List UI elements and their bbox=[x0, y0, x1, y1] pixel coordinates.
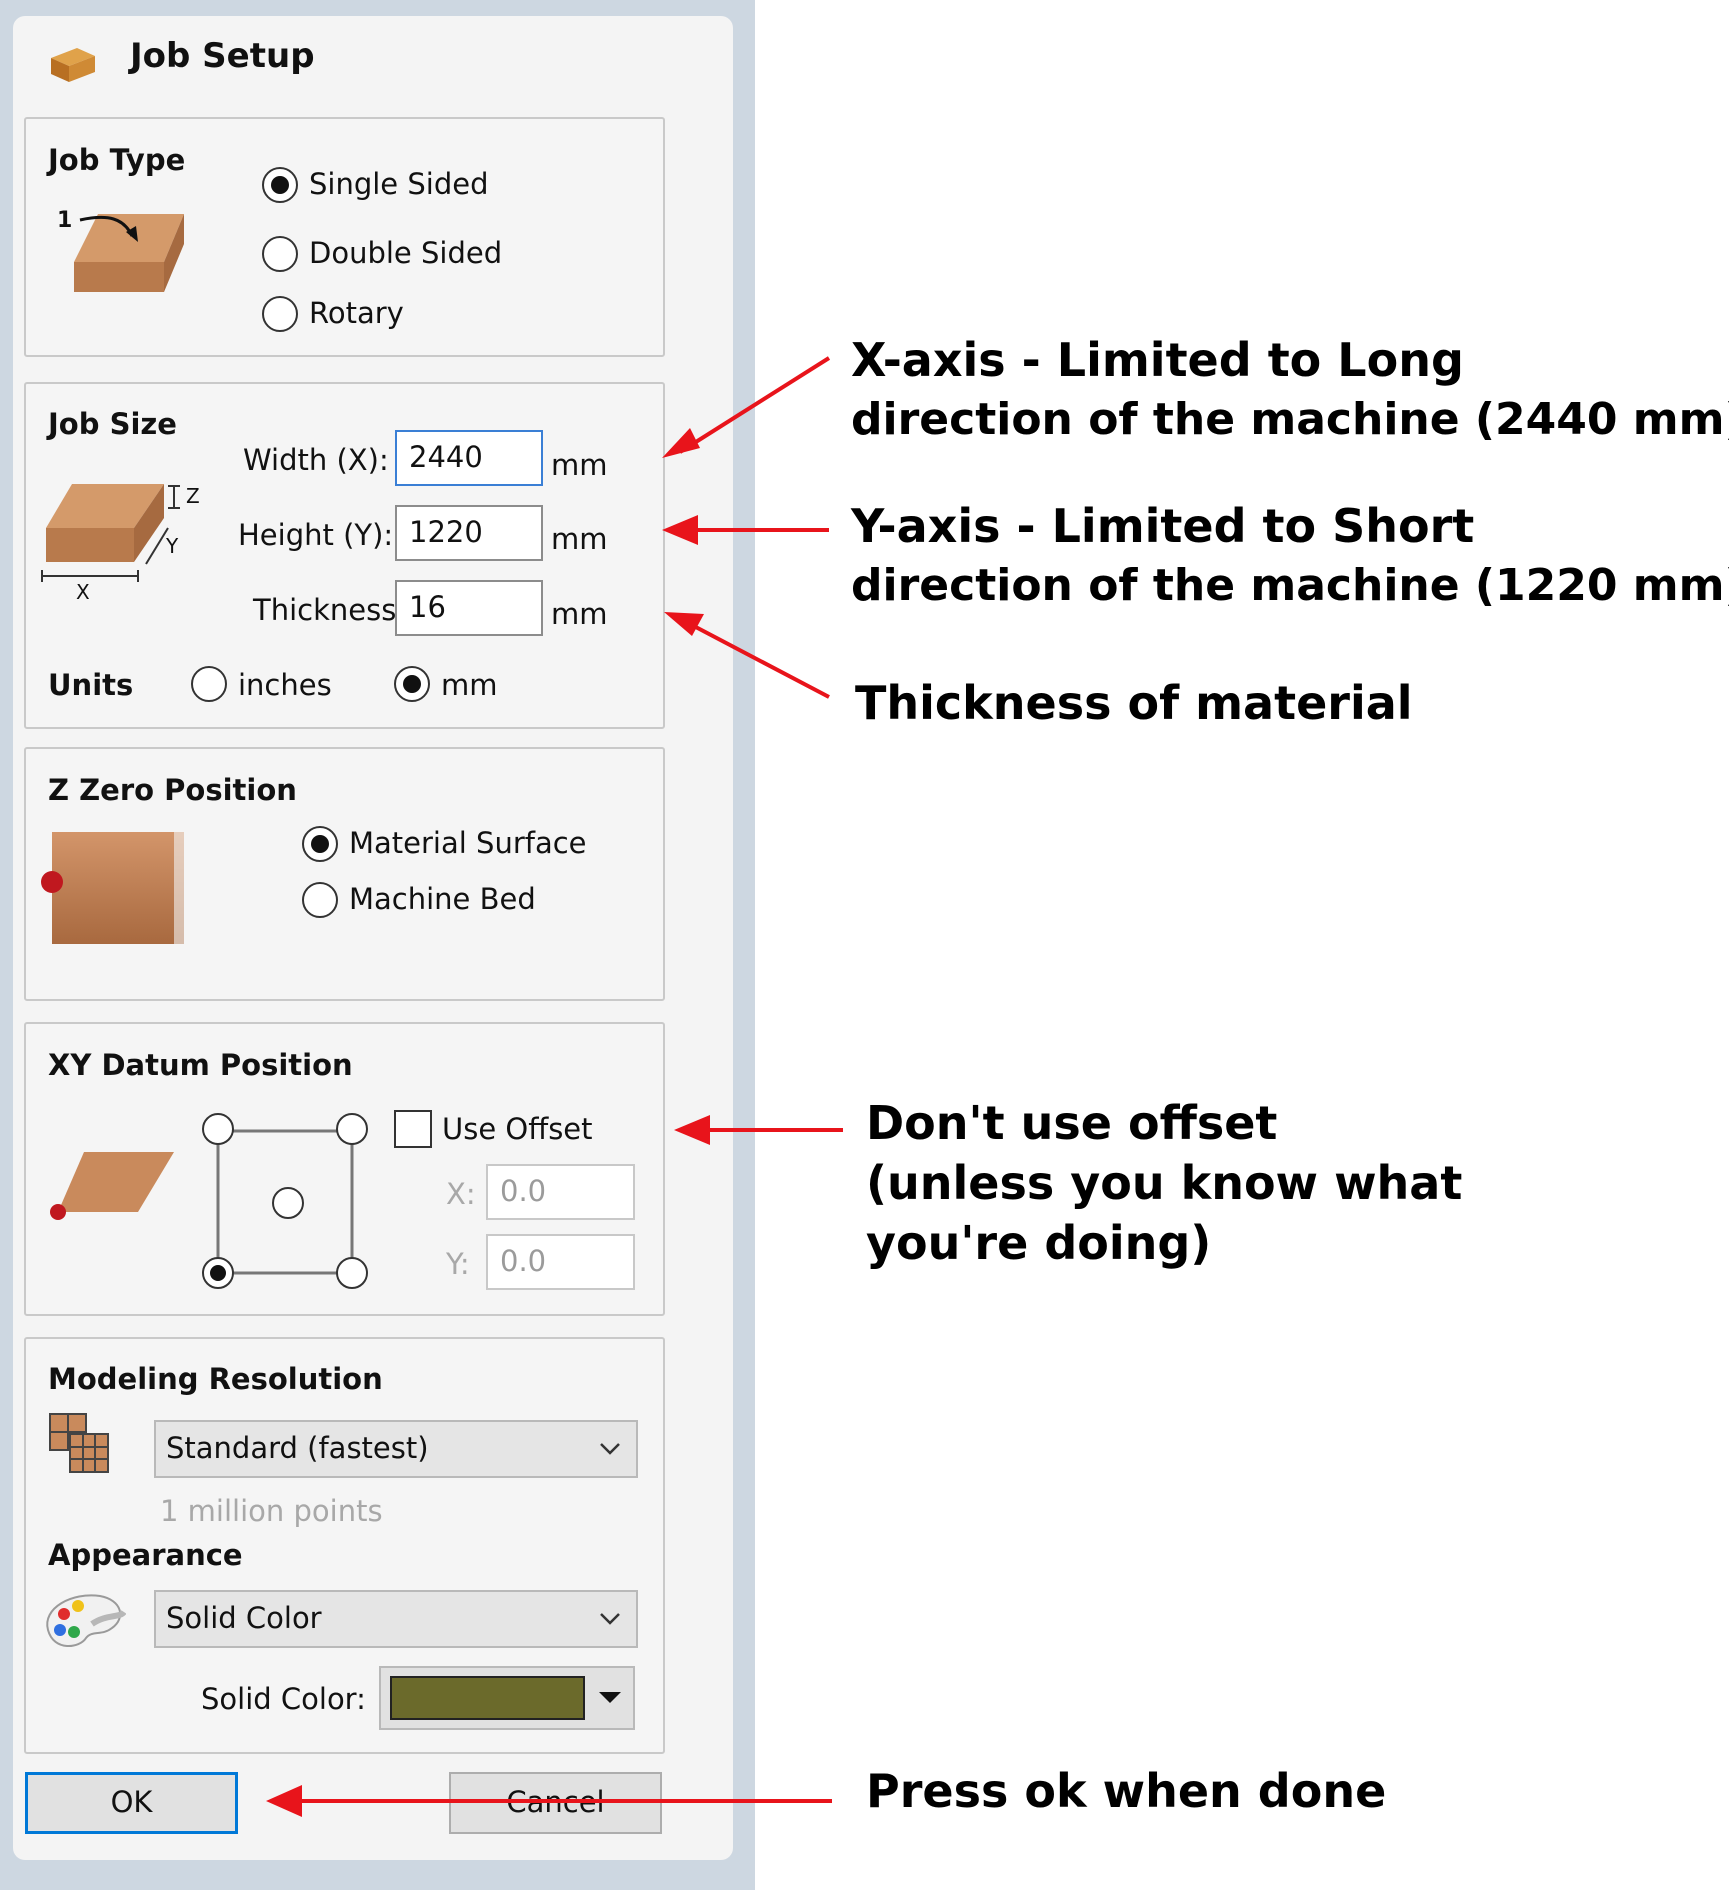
x-axis-note: X-axis - Limited to Long direction of th… bbox=[851, 330, 1729, 450]
ok-note: Press ok when done bbox=[866, 1764, 1387, 1818]
y-axis-note-line1: Y-axis - Limited to Short bbox=[851, 499, 1475, 553]
y-axis-note: Y-axis - Limited to Short direction of t… bbox=[851, 496, 1729, 616]
x-axis-arrow bbox=[678, 356, 831, 454]
y-axis-note-line2: direction of the machine (1220 mm) bbox=[851, 560, 1729, 611]
thickness-arrow bbox=[689, 622, 830, 699]
offset-note-line2: (unless you know what bbox=[866, 1156, 1463, 1210]
annotation-arrows bbox=[266, 356, 843, 1817]
offset-note-line1: Don't use offset bbox=[866, 1096, 1278, 1150]
thickness-note: Thickness of material bbox=[855, 676, 1413, 730]
offset-note-line3: you're doing) bbox=[866, 1216, 1212, 1270]
offset-note: Don't use offset (unless you know what y… bbox=[866, 1093, 1462, 1273]
x-axis-note-line2: direction of the machine (2440 mm) bbox=[851, 394, 1729, 445]
x-axis-note-line1: X-axis - Limited to Long bbox=[851, 333, 1464, 387]
